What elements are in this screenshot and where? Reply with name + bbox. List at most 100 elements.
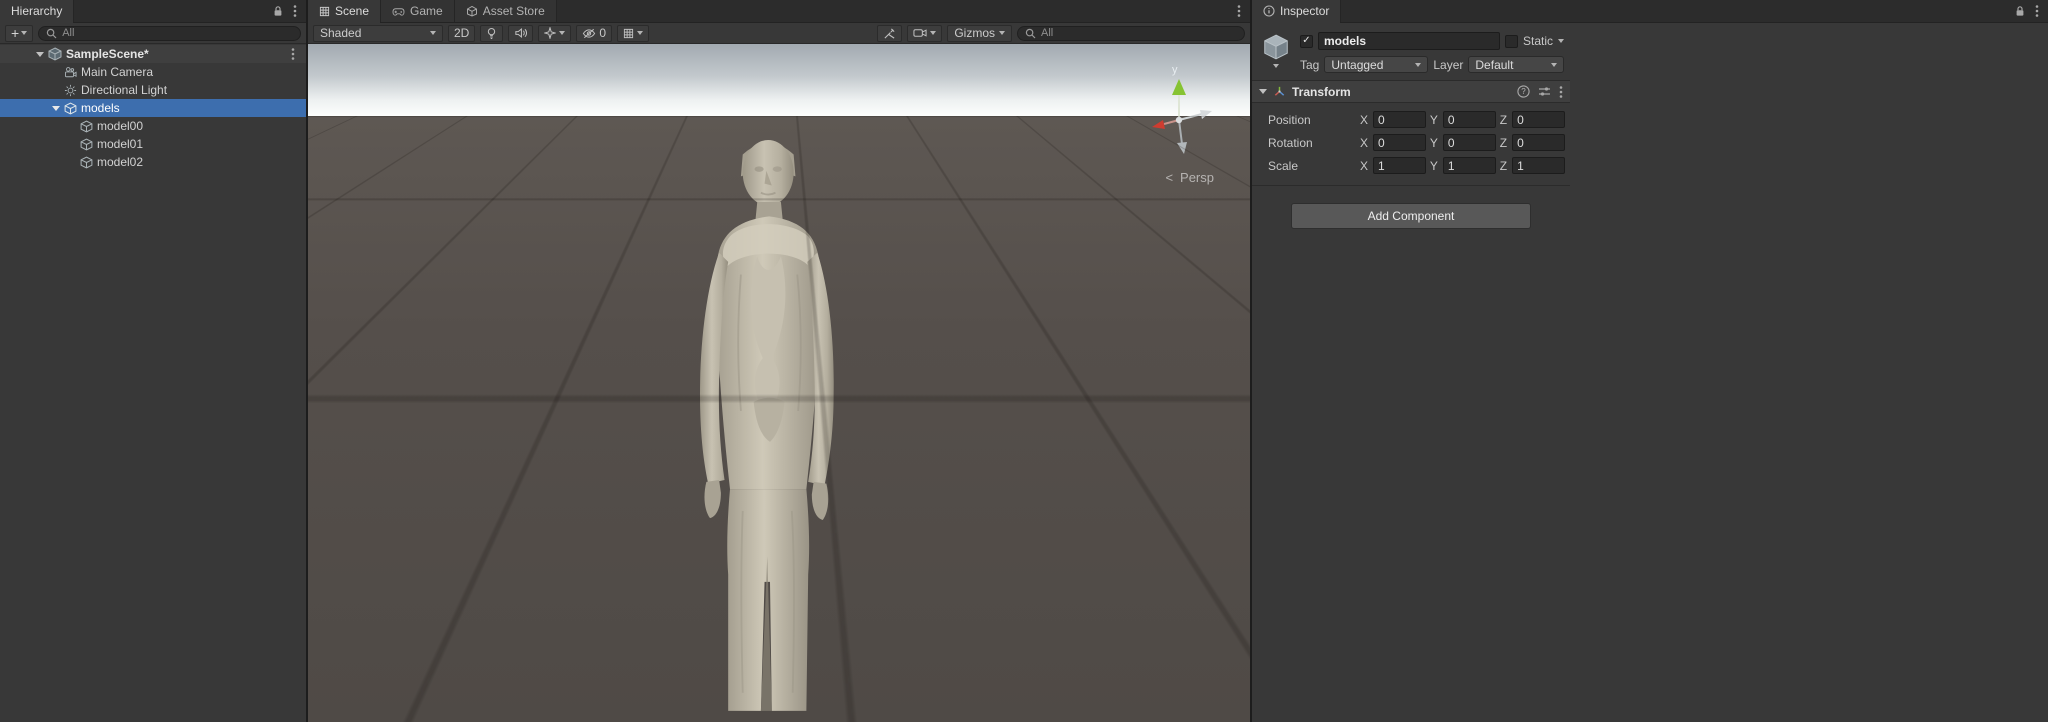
tree-row-samplescene[interactable]: SampleScene* (0, 45, 306, 63)
tree-row-main-camera[interactable]: Main Camera (0, 63, 306, 81)
help-icon[interactable]: ? (1517, 85, 1530, 98)
rotation-x-field[interactable] (1373, 134, 1426, 151)
position-row: Position X Y Z (1252, 108, 1565, 131)
tree-row-model00[interactable]: model00 (0, 117, 306, 135)
scene-effects-dropdown[interactable] (538, 24, 572, 42)
orientation-gizmo[interactable]: y (1136, 64, 1222, 166)
search-icon (46, 28, 57, 39)
tools-icon (883, 27, 896, 40)
position-z-field[interactable] (1512, 111, 1565, 128)
axis-y-label: y (1172, 64, 1178, 76)
tree-row-model01[interactable]: model01 (0, 135, 306, 153)
layer-label: Layer (1433, 57, 1464, 72)
foldout-open-icon[interactable] (36, 51, 44, 57)
active-checkbox[interactable]: ✓ (1300, 34, 1313, 48)
scene-options-kebab-icon[interactable] (291, 47, 306, 61)
shading-mode-dropdown[interactable]: Shaded (313, 24, 443, 42)
hierarchy-search[interactable] (38, 25, 301, 41)
grid-icon (623, 28, 634, 39)
light-object-icon (64, 84, 77, 97)
scene-search[interactable] (1017, 25, 1245, 41)
transform-component: Transform ? Position X 0 Y 0 Z 0 Rotatio… (1252, 81, 1570, 185)
projection-toggle[interactable]: < Persp (1165, 170, 1214, 185)
chevron-down-icon (999, 31, 1005, 35)
hierarchy-toolbar: + (0, 23, 306, 44)
tree-row-directional-light[interactable]: Directional Light (0, 81, 306, 99)
transform-header[interactable]: Transform ? (1252, 81, 1570, 103)
foldout-open-icon[interactable] (1259, 89, 1267, 94)
scene-camera-dropdown[interactable] (907, 24, 943, 42)
layer-dropdown[interactable]: Default (1468, 56, 1564, 73)
transform-axis-icon (1273, 85, 1286, 98)
info-icon (1263, 5, 1275, 17)
scene-lighting-button[interactable] (480, 24, 504, 42)
scale-row: Scale X Y Z (1252, 154, 1565, 177)
effects-icon (544, 27, 557, 39)
hierarchy-tabstrip: Hierarchy (0, 0, 306, 23)
hidden-objects-button[interactable]: 0 (576, 24, 613, 42)
scene-viewport[interactable]: y < Persp (308, 44, 1250, 722)
inspector-content: ✓ Static Tag Untagged Layer (1252, 23, 1570, 246)
foldout-open-icon[interactable] (52, 105, 60, 111)
hierarchy-search-input[interactable] (62, 27, 293, 39)
tab-inspector[interactable]: Inspector (1252, 0, 1342, 23)
tree-row-models[interactable]: models (0, 99, 306, 117)
scale-y-field[interactable] (1442, 157, 1496, 174)
svg-text:?: ? (1521, 87, 1526, 96)
grid-visibility-dropdown[interactable] (617, 24, 650, 42)
chevron-down-icon (637, 31, 644, 35)
tag-dropdown[interactable]: Untagged (1324, 56, 1429, 73)
model-figure[interactable] (670, 100, 870, 722)
rotation-z-field[interactable] (1512, 134, 1565, 151)
position-x-field[interactable] (1373, 111, 1426, 128)
inspector-panel: Inspector ✓ models Static Tag Untagged L… (1252, 0, 2048, 722)
chevron-down-icon (21, 31, 28, 35)
speaker-icon (514, 27, 528, 39)
asset-store-icon (466, 5, 478, 17)
tab-hierarchy[interactable]: Hierarchy (0, 0, 75, 23)
tab-scene[interactable]: Scene (308, 0, 382, 23)
lock-icon[interactable] (273, 5, 283, 17)
gizmos-dropdown[interactable]: Gizmos (947, 24, 1012, 42)
projection-chevron: < (1165, 170, 1174, 185)
tree-row-model02[interactable]: model02 (0, 153, 306, 171)
plus-icon: + (11, 25, 20, 41)
unity-scene-icon (48, 47, 62, 61)
editor-tools-button[interactable] (877, 24, 903, 42)
object-name-field[interactable] (1318, 32, 1500, 50)
static-label: Static (1522, 34, 1553, 48)
scene-audio-button[interactable] (508, 24, 534, 42)
lock-icon[interactable] (2015, 5, 2025, 17)
kebab-menu-icon[interactable] (293, 4, 297, 18)
hidden-count: 0 (599, 26, 607, 40)
chevron-down-icon (559, 31, 566, 35)
rotation-y-field[interactable] (1442, 134, 1496, 151)
create-object-button[interactable]: + (5, 24, 34, 42)
inspector-tabstrip: Inspector (1252, 0, 2048, 23)
chevron-down-icon (930, 31, 937, 35)
scene-search-input[interactable] (1041, 27, 1237, 39)
tab-game[interactable]: Game (381, 0, 455, 22)
presets-icon[interactable] (1538, 86, 1551, 97)
toggle-2d-button[interactable]: 2D (448, 24, 476, 42)
lightbulb-icon (486, 27, 497, 40)
kebab-menu-icon[interactable] (1559, 85, 1563, 99)
tag-label: Tag (1300, 57, 1320, 72)
static-dropdown-chevron-icon[interactable] (1558, 39, 1564, 43)
chevron-down-icon (1273, 64, 1279, 68)
scene-tabstrip: Scene Game Asset Store (308, 0, 1250, 23)
position-y-field[interactable] (1442, 111, 1496, 128)
gameobject-icon-button[interactable] (1260, 32, 1292, 73)
tab-asset-store[interactable]: Asset Store (454, 0, 557, 22)
static-checkbox[interactable] (1504, 34, 1518, 48)
add-component-button[interactable]: Add Component (1291, 203, 1531, 229)
kebab-menu-icon[interactable] (2035, 4, 2039, 18)
scale-z-field[interactable] (1512, 157, 1565, 174)
eye-off-icon (582, 28, 596, 39)
kebab-menu-icon[interactable] (1237, 4, 1241, 18)
cube-object-icon (64, 102, 77, 115)
scale-x-field[interactable] (1373, 157, 1426, 174)
projection-label: Persp (1180, 170, 1214, 185)
